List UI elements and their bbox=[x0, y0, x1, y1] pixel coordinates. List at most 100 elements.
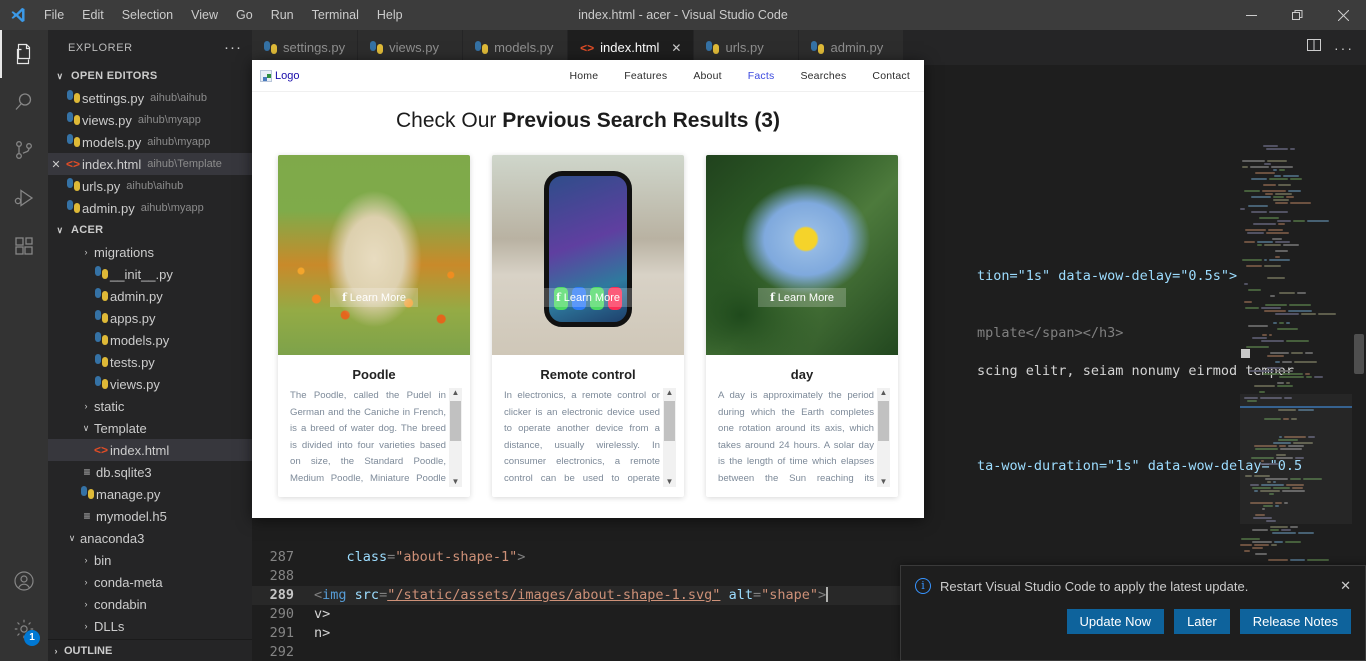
learn-more-label: Learn More bbox=[349, 291, 406, 304]
explorer-more-actions-icon[interactable]: ··· bbox=[224, 39, 242, 56]
card-scrollbar-thumb[interactable] bbox=[450, 401, 461, 441]
menu-selection[interactable]: Selection bbox=[113, 5, 182, 25]
result-card-remote-control[interactable]: f Learn More Remote control In electroni… bbox=[492, 155, 684, 497]
notification-toast[interactable]: i Restart Visual Studio Code to apply th… bbox=[900, 565, 1366, 661]
menu-edit[interactable]: Edit bbox=[73, 5, 113, 25]
scroll-down-icon[interactable]: ▼ bbox=[452, 477, 460, 487]
menu-run[interactable]: Run bbox=[262, 5, 303, 25]
tree-item-condabin[interactable]: › condabin bbox=[48, 593, 252, 615]
window-controls[interactable] bbox=[1228, 0, 1366, 30]
tree-item-views-py[interactable]: views.py bbox=[48, 373, 252, 395]
menu-help[interactable]: Help bbox=[368, 5, 412, 25]
minimap-token bbox=[1254, 543, 1270, 546]
minimap-token bbox=[1272, 195, 1284, 198]
tree-item-models-py[interactable]: models.py bbox=[48, 329, 252, 351]
close-icon[interactable]: ✕ bbox=[48, 158, 64, 171]
maximize-restore-button[interactable] bbox=[1274, 0, 1320, 30]
nav-link-contact[interactable]: Contact bbox=[872, 70, 910, 82]
minimap-token bbox=[1248, 204, 1269, 207]
tree-item-admin-py[interactable]: admin.py bbox=[48, 285, 252, 307]
card-scrollbar[interactable]: ▲ ▼ bbox=[663, 388, 676, 487]
menu-file[interactable]: File bbox=[35, 5, 73, 25]
learn-more-button[interactable]: f Learn More bbox=[330, 288, 418, 307]
update-now-button[interactable]: Update Now bbox=[1066, 609, 1165, 634]
minimap-token bbox=[1268, 558, 1288, 561]
tree-item-migrations[interactable]: › migrations bbox=[48, 241, 252, 263]
scroll-up-icon[interactable]: ▲ bbox=[666, 388, 674, 398]
card-scrollbar[interactable]: ▲ ▼ bbox=[877, 388, 890, 487]
explorer-icon[interactable] bbox=[0, 30, 48, 78]
logo-broken-image-icon[interactable]: Logo bbox=[260, 69, 299, 82]
scroll-up-icon[interactable]: ▲ bbox=[880, 388, 888, 398]
scroll-up-icon[interactable]: ▲ bbox=[452, 388, 460, 398]
minimap-token bbox=[1267, 276, 1285, 279]
close-icon[interactable]: ✕ bbox=[671, 41, 681, 55]
python-icon bbox=[92, 310, 110, 326]
nav-link-home[interactable]: Home bbox=[569, 70, 598, 82]
close-icon[interactable]: ✕ bbox=[1340, 578, 1351, 594]
nav-link-features[interactable]: Features bbox=[624, 70, 667, 82]
open-editor-views-py[interactable]: views.py aihub\myapp bbox=[48, 109, 252, 131]
card-scrollbar[interactable]: ▲ ▼ bbox=[449, 388, 462, 487]
tree-item-template[interactable]: ∨ Template bbox=[48, 417, 252, 439]
minimap-drag-handle[interactable] bbox=[1241, 349, 1250, 358]
close-window-button[interactable] bbox=[1320, 0, 1366, 30]
browser-preview-overlay[interactable]: Logo Home Features About Facts Searches … bbox=[252, 60, 924, 518]
menu-go[interactable]: Go bbox=[227, 5, 262, 25]
tree-item-dlls[interactable]: › DLLs bbox=[48, 615, 252, 637]
tree-item-mymodel-h5[interactable]: ≡ mymodel.h5 bbox=[48, 505, 252, 527]
tree-item-manage-py[interactable]: manage.py bbox=[48, 483, 252, 505]
later-button[interactable]: Later bbox=[1174, 609, 1230, 634]
tree-item-static[interactable]: › static bbox=[48, 395, 252, 417]
scroll-down-icon[interactable]: ▼ bbox=[666, 477, 674, 487]
learn-more-button[interactable]: f Learn More bbox=[758, 288, 846, 307]
card-scrollbar-thumb[interactable] bbox=[878, 401, 889, 441]
search-icon[interactable] bbox=[0, 78, 48, 126]
open-editor-models-py[interactable]: models.py aihub\myapp bbox=[48, 131, 252, 153]
tree-item-label: Template bbox=[94, 420, 147, 436]
section-workspace-acer[interactable]: ∨ ACER bbox=[48, 219, 252, 241]
extensions-icon[interactable] bbox=[0, 222, 48, 270]
open-editor-settings-py[interactable]: settings.py aihub\aihub bbox=[48, 87, 252, 109]
menu-terminal[interactable]: Terminal bbox=[303, 5, 368, 25]
minimap-token bbox=[1252, 528, 1269, 531]
release-notes-button[interactable]: Release Notes bbox=[1239, 609, 1351, 634]
menu-view[interactable]: View bbox=[182, 5, 227, 25]
learn-more-button[interactable]: f Learn More bbox=[544, 288, 632, 307]
info-icon: i bbox=[915, 578, 931, 594]
tree-item-index-html[interactable]: <> index.html bbox=[48, 439, 252, 461]
more-actions-icon[interactable]: ··· bbox=[1334, 40, 1354, 56]
tree-item-conda-meta[interactable]: › conda-meta bbox=[48, 571, 252, 593]
section-outline[interactable]: › OUTLINE bbox=[48, 639, 252, 661]
split-editor-icon[interactable] bbox=[1306, 37, 1322, 58]
minimize-button[interactable] bbox=[1228, 0, 1274, 30]
minimap-token bbox=[1289, 558, 1305, 561]
run-debug-icon[interactable] bbox=[0, 174, 48, 222]
nav-link-about[interactable]: About bbox=[693, 70, 721, 82]
nav-link-facts[interactable]: Facts bbox=[748, 70, 775, 82]
minimap-token bbox=[1272, 531, 1296, 534]
nav-link-searches[interactable]: Searches bbox=[800, 70, 846, 82]
scroll-down-icon[interactable]: ▼ bbox=[880, 477, 888, 487]
gear-icon[interactable]: 1 bbox=[0, 605, 48, 653]
open-editor-admin-py[interactable]: admin.py aihub\myapp bbox=[48, 197, 252, 219]
open-editor-index-html[interactable]: ✕ <> index.html aihub\Template bbox=[48, 153, 252, 175]
tree-item-apps-py[interactable]: apps.py bbox=[48, 307, 252, 329]
menu-bar[interactable]: File Edit Selection View Go Run Terminal… bbox=[35, 5, 412, 25]
editor-scrollbar-thumb[interactable] bbox=[1354, 334, 1364, 374]
minimap-slider[interactable] bbox=[1240, 394, 1352, 524]
card-scrollbar-thumb[interactable] bbox=[664, 401, 675, 441]
result-card-day[interactable]: f Learn More day A day is approximately … bbox=[706, 155, 898, 497]
source-control-icon[interactable] bbox=[0, 126, 48, 174]
tree-item-init-py[interactable]: __init__.py bbox=[48, 263, 252, 285]
account-icon[interactable] bbox=[0, 557, 48, 605]
tree-item-bin[interactable]: › bin bbox=[48, 549, 252, 571]
minimap-token bbox=[1255, 171, 1276, 174]
result-card-poodle[interactable]: f Learn More Poodle The Poodle, called t… bbox=[278, 155, 470, 497]
open-editor-urls-py[interactable]: urls.py aihub\aihub bbox=[48, 175, 252, 197]
tree-item-db-sqlite3[interactable]: ≡ db.sqlite3 bbox=[48, 461, 252, 483]
tree-item-tests-py[interactable]: tests.py bbox=[48, 351, 252, 373]
section-open-editors[interactable]: ∨ OPEN EDITORS bbox=[48, 65, 252, 87]
tree-item-label: mymodel.h5 bbox=[96, 508, 167, 524]
tree-item-anaconda3[interactable]: ∨ anaconda3 bbox=[48, 527, 252, 549]
